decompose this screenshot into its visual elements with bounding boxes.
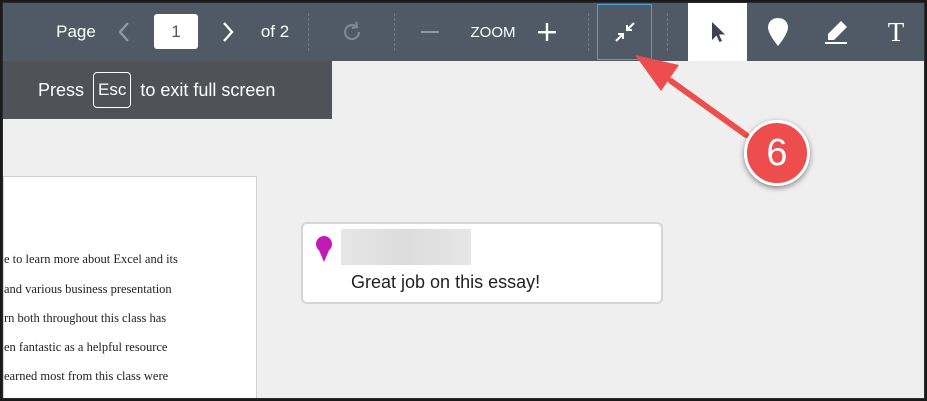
step-callout-number: 6 [766,131,788,174]
callout-arrow-shaft [668,78,749,138]
viewer-frame: Page 1 of 2 ZOOM T Press Esc to exit ful… [2,2,925,399]
step-callout-badge: 6 [744,120,810,186]
callout-arrow [635,55,749,138]
